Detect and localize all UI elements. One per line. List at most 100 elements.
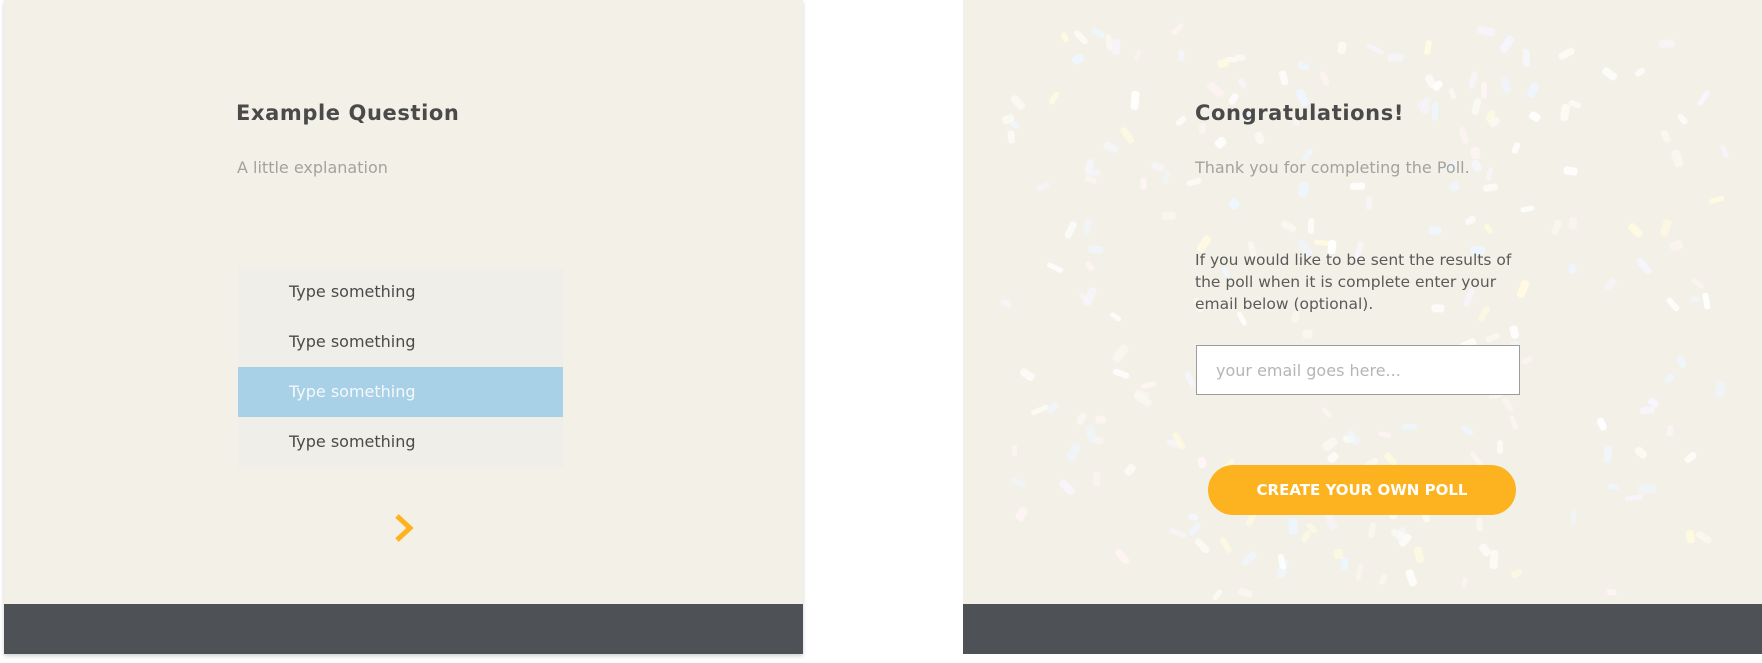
confetti-piece xyxy=(1165,438,1181,450)
confetti-piece xyxy=(1344,428,1362,447)
confetti-piece xyxy=(1683,450,1698,464)
confetti-piece xyxy=(1007,130,1016,145)
confetti-piece xyxy=(1075,410,1089,426)
confetti-piece xyxy=(1057,477,1077,497)
confetti-piece xyxy=(1666,424,1674,437)
confetti-piece xyxy=(1568,216,1578,230)
confetti-piece xyxy=(1460,576,1468,589)
confetti-piece xyxy=(1082,217,1093,235)
confetti-piece xyxy=(1508,414,1519,431)
confetti-piece xyxy=(1482,221,1495,235)
confetti-piece xyxy=(1633,444,1649,460)
confetti-piece xyxy=(1305,521,1319,535)
poll-options: Type something Type something Type somet… xyxy=(238,267,563,467)
poll-option[interactable]: Type something xyxy=(238,317,563,367)
confetti-piece xyxy=(1464,214,1478,227)
confetti-piece xyxy=(1676,112,1690,126)
question-screen: Example Question A little explanation Ty… xyxy=(4,0,803,654)
confetti-piece xyxy=(1326,450,1341,464)
confetti-piece xyxy=(1194,537,1211,555)
confetti-piece xyxy=(1187,513,1199,522)
poll-option[interactable]: Type something xyxy=(238,417,563,467)
confetti-piece xyxy=(1606,588,1618,596)
confetti-piece xyxy=(1277,553,1287,571)
confetti-piece xyxy=(1236,587,1254,599)
confetti-piece xyxy=(1342,435,1355,443)
confetti-piece xyxy=(1228,197,1242,212)
confetti-piece xyxy=(1626,221,1644,240)
confetti-piece xyxy=(1662,372,1676,385)
confetti-piece xyxy=(1109,311,1123,323)
confetti-piece xyxy=(1333,549,1343,560)
confetti-piece xyxy=(1005,116,1021,131)
confetti-piece xyxy=(1485,166,1495,183)
confetti-piece xyxy=(1206,81,1226,100)
confetti-piece xyxy=(1081,286,1098,308)
confetti-piece xyxy=(1071,52,1086,66)
confetti-piece xyxy=(1390,527,1409,542)
confetti-piece xyxy=(1130,90,1140,110)
confetti-piece xyxy=(1665,296,1681,313)
confetti-piece xyxy=(1059,31,1070,44)
confetti-piece xyxy=(1008,475,1027,488)
confetti-piece xyxy=(1458,126,1470,145)
confetti-piece xyxy=(1216,57,1230,69)
confetti-piece xyxy=(1047,90,1061,107)
confetti-piece xyxy=(1415,95,1432,109)
confetti-piece xyxy=(1063,220,1079,241)
confetti-piece xyxy=(1640,406,1656,415)
confetti-piece xyxy=(1427,226,1442,235)
confetti-piece xyxy=(1234,54,1247,62)
confetti-piece xyxy=(1119,125,1136,145)
confetti-piece xyxy=(1171,431,1186,451)
confetti-piece xyxy=(1423,40,1432,57)
confetti-piece xyxy=(1401,423,1418,431)
confetti-piece xyxy=(1489,549,1499,569)
thanks-screen: Congratulations! Thank you for completin… xyxy=(963,0,1762,654)
email-field[interactable] xyxy=(1196,345,1520,395)
confetti-piece xyxy=(1447,87,1457,101)
confetti-piece xyxy=(1000,112,1016,126)
confetti-piece xyxy=(1132,49,1142,62)
confetti-piece xyxy=(1365,196,1373,211)
confetti-piece xyxy=(1499,75,1512,94)
confetti-piece xyxy=(1073,29,1090,46)
poll-option[interactable]: Type something xyxy=(238,267,563,317)
results-email-instructions: If you would like to be sent the results… xyxy=(1195,251,1512,313)
confetti-piece xyxy=(1669,239,1685,252)
confetti-piece xyxy=(1183,370,1197,389)
confetti-piece xyxy=(1018,367,1036,383)
confetti-piece xyxy=(1471,159,1484,173)
create-poll-button[interactable]: CREATE YOUR OWN POLL xyxy=(1208,465,1516,515)
confetti-piece xyxy=(1527,110,1542,123)
confetti-piece xyxy=(1520,355,1534,367)
confetti-piece xyxy=(1377,573,1389,587)
next-button[interactable] xyxy=(390,512,418,544)
congratulations-title: Congratulations! xyxy=(1195,101,1404,125)
confetti-piece xyxy=(1608,482,1621,490)
confetti-piece xyxy=(1287,518,1298,536)
confetti-piece xyxy=(1133,390,1154,408)
confetti-piece xyxy=(1340,557,1349,572)
confetti-piece xyxy=(1084,423,1100,445)
confetti-piece xyxy=(1511,141,1522,155)
confetti-piece xyxy=(1225,57,1238,64)
confetti-piece xyxy=(1481,81,1487,99)
poll-option-selected[interactable]: Type something xyxy=(238,367,563,417)
confetti-piece xyxy=(1162,211,1177,221)
confetti-piece xyxy=(1167,527,1188,539)
confetti-piece xyxy=(1675,355,1688,369)
confetti-piece xyxy=(1719,144,1730,160)
confetti-piece xyxy=(1526,80,1540,99)
confetti-piece xyxy=(1219,537,1233,555)
confetti-piece xyxy=(1701,292,1712,310)
confetti-piece xyxy=(1498,34,1516,55)
confetti-piece xyxy=(1102,140,1120,155)
confetti-piece xyxy=(1174,114,1188,128)
confetti-piece xyxy=(1708,194,1726,205)
confetti-piece xyxy=(1355,563,1365,581)
confetti-piece xyxy=(1475,517,1484,533)
confetti-piece xyxy=(1634,66,1647,79)
confetti-piece xyxy=(1300,529,1312,544)
chevron-right-icon xyxy=(395,514,414,542)
